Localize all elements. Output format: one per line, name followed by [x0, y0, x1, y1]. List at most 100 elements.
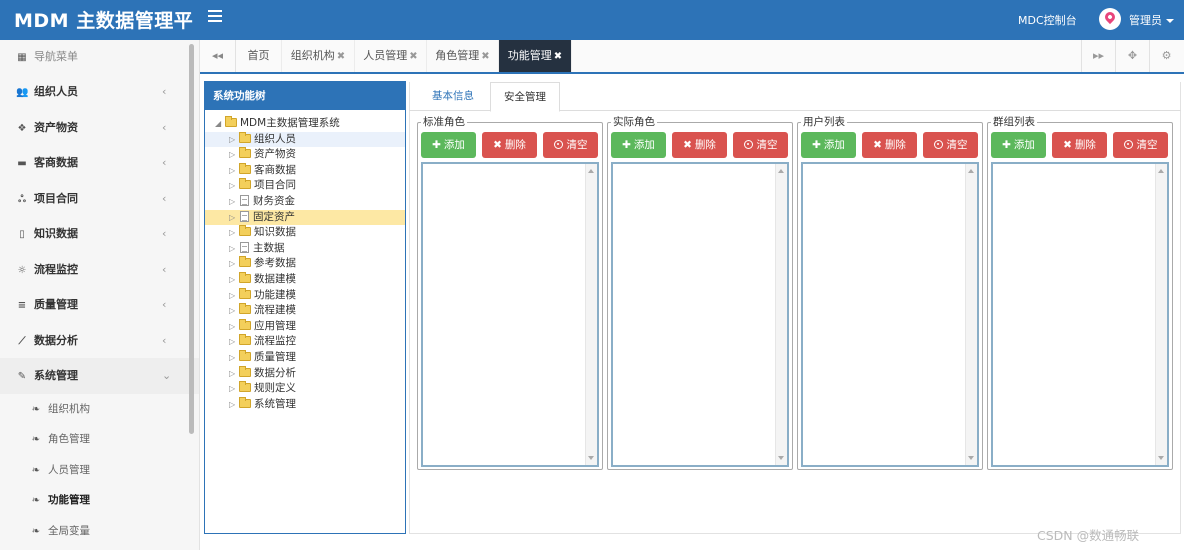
- tabs-scroll-right-icon[interactable]: ▸▸: [1081, 40, 1115, 72]
- delete-button[interactable]: ✖ 删除: [672, 132, 727, 158]
- add-button[interactable]: ✚ 添加: [421, 132, 476, 158]
- standard-roles-list[interactable]: [421, 162, 599, 467]
- tree-node[interactable]: ▷ 资产物资: [205, 147, 405, 163]
- tree-node[interactable]: ▷ 规则定义: [205, 381, 405, 397]
- collapsed-triangle-icon[interactable]: ▷: [229, 132, 239, 148]
- collapsed-triangle-icon[interactable]: ▷: [229, 303, 239, 319]
- collapsed-triangle-icon[interactable]: ▷: [229, 319, 239, 335]
- clear-button[interactable]: 清空: [543, 132, 598, 158]
- sidebar-item-assets[interactable]: ❖ 资产物资 ‹: [0, 110, 199, 146]
- menu-toggle-icon[interactable]: [208, 10, 222, 24]
- scroll-down-icon[interactable]: [968, 456, 974, 460]
- sidebar-item-quality[interactable]: ≡ 质量管理 ‹: [0, 287, 199, 323]
- add-button[interactable]: ✚ 添加: [801, 132, 856, 158]
- sidebar-scrollbar[interactable]: [189, 44, 194, 434]
- tab-home[interactable]: 首页: [236, 40, 282, 72]
- avatar[interactable]: [1099, 8, 1121, 30]
- tree-node[interactable]: ▷ 功能建模: [205, 287, 405, 304]
- sidebar-item-projects[interactable]: ஃ 项目合同 ‹: [0, 181, 199, 217]
- tree-node[interactable]: ▷ 流程建模: [205, 303, 405, 319]
- sidebar-item-process[interactable]: ☼ 流程监控 ‹: [0, 252, 199, 288]
- tab-basic-info[interactable]: 基本信息: [419, 82, 487, 111]
- actual-roles-list[interactable]: [611, 162, 789, 467]
- tree-node[interactable]: ▷ 数据建模: [205, 271, 405, 288]
- collapsed-triangle-icon[interactable]: ▷: [229, 256, 239, 272]
- collapsed-triangle-icon[interactable]: ▷: [229, 163, 239, 179]
- collapsed-triangle-icon[interactable]: ▷: [229, 288, 239, 304]
- sidebar-item-merchants[interactable]: ▬ 客商数据 ‹: [0, 145, 199, 181]
- scroll-down-icon[interactable]: [588, 456, 594, 460]
- sidebar-subitem-people[interactable]: ❧ 人员管理: [0, 455, 199, 486]
- list-scrollbar[interactable]: [775, 164, 787, 465]
- tree-node[interactable]: ▷ 质量管理: [205, 349, 405, 366]
- list-scrollbar[interactable]: [965, 164, 977, 465]
- tree-node[interactable]: ▷ 知识数据: [205, 225, 405, 241]
- tree-node[interactable]: ▷ 应用管理: [205, 318, 405, 335]
- delete-button[interactable]: ✖ 删除: [1052, 132, 1107, 158]
- collapsed-triangle-icon[interactable]: ▷: [229, 381, 239, 397]
- tree-node[interactable]: ▷ 主数据: [205, 241, 405, 257]
- sidebar-subitem-globals[interactable]: ❧ 全局变量: [0, 516, 199, 547]
- sidebar-subitem-org[interactable]: ❧ 组织机构: [0, 394, 199, 425]
- clear-button[interactable]: 清空: [1113, 132, 1168, 158]
- scroll-down-icon[interactable]: [1158, 456, 1164, 460]
- clear-button[interactable]: 清空: [733, 132, 788, 158]
- collapsed-triangle-icon[interactable]: ▷: [229, 210, 239, 226]
- group-list[interactable]: [991, 162, 1169, 467]
- scroll-up-icon[interactable]: [778, 169, 784, 173]
- sidebar-subitem-functions[interactable]: ❧ 功能管理: [0, 485, 199, 516]
- close-icon[interactable]: ✖: [554, 51, 562, 62]
- tree-node[interactable]: ▷ 流程监控: [205, 334, 405, 350]
- collapsed-triangle-icon[interactable]: ▷: [229, 147, 239, 163]
- tab-people[interactable]: 人员管理 ✖: [355, 40, 427, 72]
- mdc-console-link[interactable]: MDC控制台: [1018, 12, 1077, 28]
- collapsed-triangle-icon[interactable]: ▷: [229, 178, 239, 194]
- gear-icon[interactable]: ⚙: [1149, 40, 1183, 72]
- scroll-up-icon[interactable]: [1158, 169, 1164, 173]
- tab-security[interactable]: 安全管理: [490, 82, 560, 112]
- collapsed-triangle-icon[interactable]: ▷: [229, 194, 239, 210]
- tree-node-selected[interactable]: ▷ 固定资产: [205, 209, 405, 226]
- list-scrollbar[interactable]: [585, 164, 597, 465]
- delete-button[interactable]: ✖ 删除: [482, 132, 537, 158]
- collapsed-triangle-icon[interactable]: ▷: [229, 334, 239, 350]
- tree-node[interactable]: ▷ 参考数据: [205, 256, 405, 272]
- tree-node[interactable]: ▷ 项目合同: [205, 178, 405, 194]
- sidebar-item-knowledge[interactable]: ▯ 知识数据 ‹: [0, 216, 199, 252]
- collapsed-triangle-icon[interactable]: ▷: [229, 225, 239, 241]
- collapsed-triangle-icon[interactable]: ▷: [229, 241, 239, 257]
- tree-node[interactable]: ▷ 组织人员: [205, 131, 405, 148]
- tree-node[interactable]: ▷ 系统管理: [205, 396, 405, 413]
- tree-node[interactable]: ▷ 财务资金: [205, 194, 405, 210]
- add-button[interactable]: ✚ 添加: [611, 132, 666, 158]
- collapsed-triangle-icon[interactable]: ▷: [229, 366, 239, 382]
- close-icon[interactable]: ✖: [409, 51, 417, 62]
- close-icon[interactable]: ✖: [481, 51, 489, 62]
- tree-node[interactable]: ▷ 客商数据: [205, 162, 405, 179]
- tree-node[interactable]: ▷ 数据分析: [205, 365, 405, 382]
- close-icon[interactable]: ✖: [337, 51, 345, 62]
- scroll-down-icon[interactable]: [778, 456, 784, 460]
- delete-button[interactable]: ✖ 删除: [862, 132, 917, 158]
- add-button[interactable]: ✚ 添加: [991, 132, 1046, 158]
- fullscreen-icon[interactable]: ✥: [1115, 40, 1149, 72]
- tab-roles[interactable]: 角色管理 ✖: [427, 40, 499, 72]
- scroll-up-icon[interactable]: [588, 169, 594, 173]
- expanded-triangle-icon[interactable]: ◢: [215, 116, 225, 132]
- collapsed-triangle-icon[interactable]: ▷: [229, 272, 239, 288]
- tabs-scroll-left-icon[interactable]: ◂◂: [200, 40, 236, 72]
- tab-org[interactable]: 组织机构 ✖: [282, 40, 355, 72]
- tree-root-node[interactable]: ◢ MDM主数据管理系统: [205, 116, 405, 132]
- sidebar-subitem-roles[interactable]: ❧ 角色管理: [0, 424, 199, 455]
- scroll-up-icon[interactable]: [968, 169, 974, 173]
- collapsed-triangle-icon[interactable]: ▷: [229, 397, 239, 413]
- tab-functions[interactable]: 功能管理 ✖: [499, 40, 572, 72]
- collapsed-triangle-icon[interactable]: ▷: [229, 350, 239, 366]
- clear-button[interactable]: 清空: [923, 132, 978, 158]
- user-list[interactable]: [801, 162, 979, 467]
- user-menu[interactable]: 管理员: [1129, 12, 1174, 28]
- sidebar-item-org-people[interactable]: 👥 组织人员 ‹: [0, 74, 199, 110]
- sidebar-item-analysis[interactable]: ⟋ 数据分析 ‹: [0, 323, 199, 359]
- sidebar-item-system[interactable]: ✎ 系统管理 ⌄: [0, 358, 199, 394]
- list-scrollbar[interactable]: [1155, 164, 1167, 465]
